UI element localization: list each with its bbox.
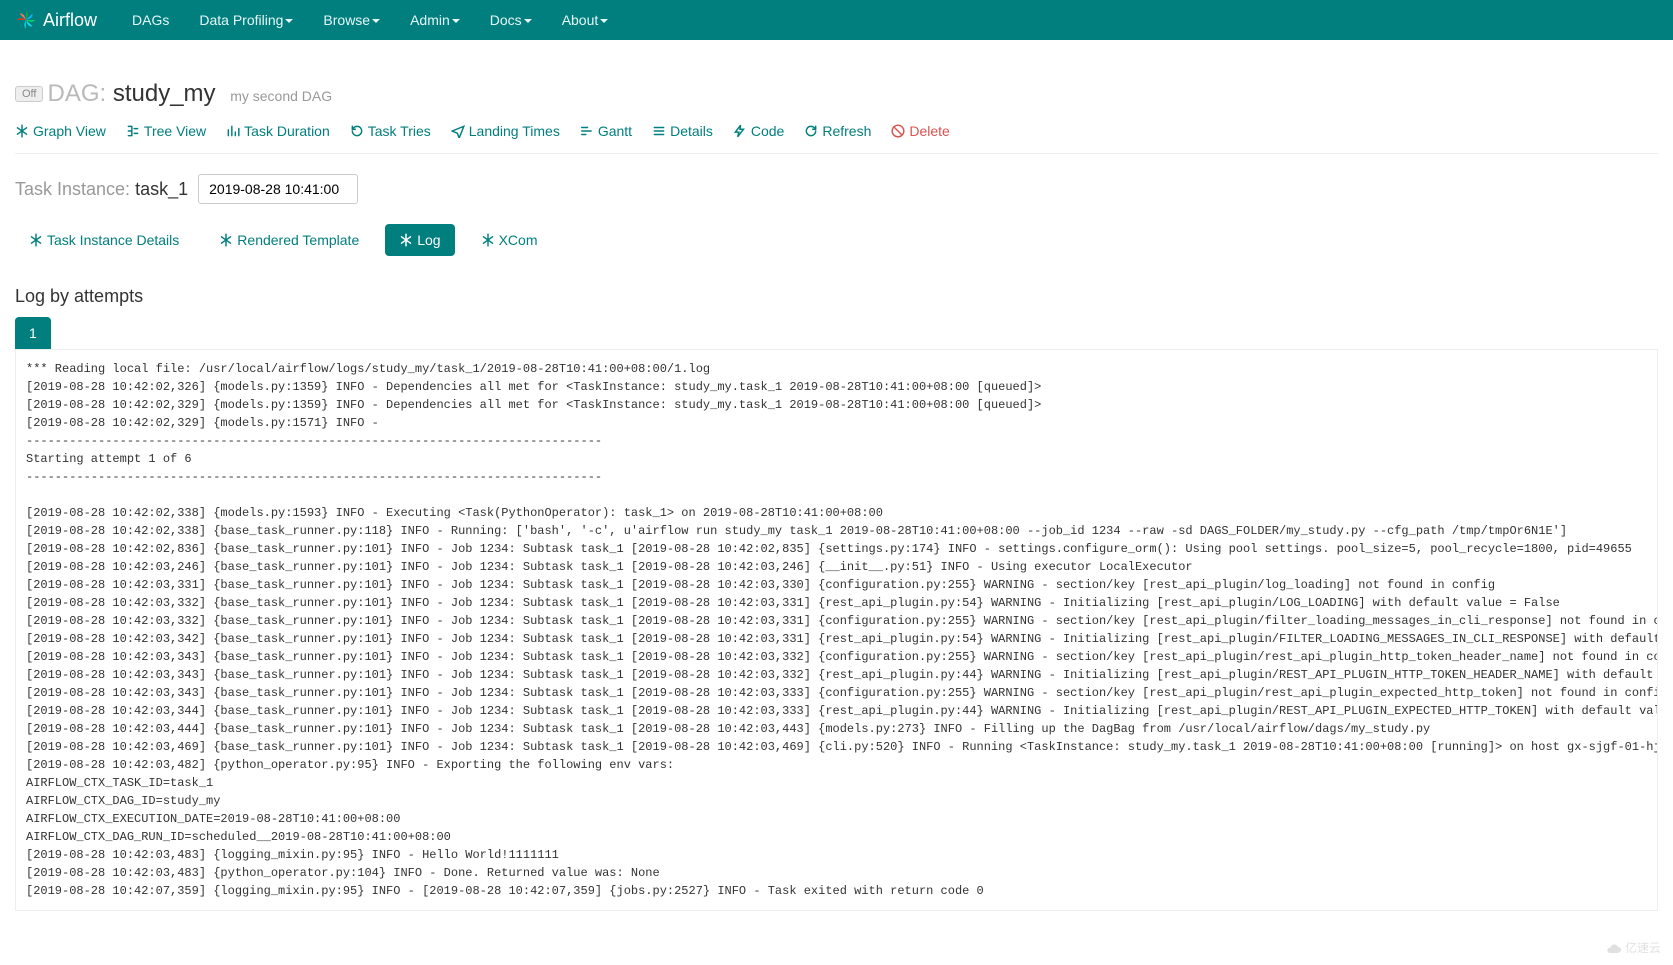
- list-icon: [652, 124, 666, 138]
- view-tab-tree-view[interactable]: Tree View: [126, 123, 206, 139]
- gantt-icon: [580, 124, 594, 138]
- sub-tab-log[interactable]: Log: [385, 224, 454, 256]
- task-id: task_1: [135, 179, 188, 199]
- chevron-down-icon: [372, 19, 380, 23]
- retry-icon: [350, 124, 364, 138]
- ban-icon: [891, 124, 905, 138]
- view-tab-gantt[interactable]: Gantt: [580, 123, 632, 139]
- asterisk-icon: [481, 233, 495, 247]
- view-tab-delete[interactable]: Delete: [891, 123, 949, 139]
- view-tab-label: Delete: [909, 123, 949, 139]
- task-instance-label: Task Instance: task_1: [15, 179, 188, 200]
- view-tab-details[interactable]: Details: [652, 123, 713, 139]
- chevron-down-icon: [285, 19, 293, 23]
- attempt-tab-1[interactable]: 1: [15, 317, 51, 349]
- navbar: Airflow DAGsData ProfilingBrowseAdminDoc…: [0, 0, 1673, 40]
- dag-title-prefix: DAG:: [47, 80, 106, 107]
- plane-icon: [451, 124, 465, 138]
- view-tab-label: Code: [751, 123, 784, 139]
- nav-item-data-profiling[interactable]: Data Profiling: [184, 2, 308, 38]
- tree-icon: [126, 124, 140, 138]
- navbar-brand[interactable]: Airflow: [15, 9, 97, 31]
- view-tab-label: Details: [670, 123, 713, 139]
- dag-description: my second DAG: [230, 88, 332, 104]
- nav-item-docs[interactable]: Docs: [475, 2, 547, 38]
- asterisk-icon: [15, 124, 29, 138]
- view-tab-label: Graph View: [33, 123, 106, 139]
- nav-item-dags[interactable]: DAGs: [117, 2, 184, 38]
- sub-tab-label: Rendered Template: [237, 232, 359, 248]
- dag-name: study_my: [113, 80, 216, 107]
- dag-header: Off DAG: study_my my second DAG: [15, 80, 1658, 108]
- log-content: *** Reading local file: /usr/local/airfl…: [15, 349, 1658, 911]
- view-tab-label: Task Duration: [244, 123, 330, 139]
- view-tab-label: Gantt: [598, 123, 632, 139]
- view-tab-task-duration[interactable]: Task Duration: [226, 123, 330, 139]
- view-tab-label: Tree View: [144, 123, 206, 139]
- nav-item-browse[interactable]: Browse: [308, 2, 395, 38]
- chevron-down-icon: [524, 19, 532, 23]
- brand-text: Airflow: [43, 10, 97, 31]
- sub-tab-xcom[interactable]: XCom: [467, 224, 552, 256]
- chevron-down-icon: [452, 19, 460, 23]
- asterisk-icon: [399, 233, 413, 247]
- view-tab-refresh[interactable]: Refresh: [804, 123, 871, 139]
- view-tab-landing-times[interactable]: Landing Times: [451, 123, 560, 139]
- log-title: Log by attempts: [15, 286, 1658, 307]
- navbar-nav: DAGsData ProfilingBrowseAdminDocsAbout: [117, 2, 623, 38]
- sub-tab-label: Task Instance Details: [47, 232, 179, 248]
- dag-toggle[interactable]: Off: [15, 86, 43, 102]
- sub-tab-rendered-template[interactable]: Rendered Template: [205, 224, 373, 256]
- asterisk-icon: [219, 233, 233, 247]
- attempt-tabs: 1: [15, 317, 1658, 349]
- view-tab-label: Task Tries: [368, 123, 431, 139]
- sub-tab-task-instance-details[interactable]: Task Instance Details: [15, 224, 193, 256]
- view-tabs: Graph View Tree View Task Duration Task Tri…: [15, 123, 1658, 154]
- view-tab-task-tries[interactable]: Task Tries: [350, 123, 431, 139]
- watermark: 亿速云: [1606, 939, 1661, 957]
- airflow-logo-icon: [15, 9, 37, 31]
- view-tab-code[interactable]: Code: [733, 123, 784, 139]
- asterisk-icon: [29, 233, 43, 247]
- view-tab-label: Landing Times: [469, 123, 560, 139]
- view-tab-label: Refresh: [822, 123, 871, 139]
- task-sub-tabs: Task Instance Details Rendered Template Lo…: [15, 224, 1658, 256]
- nav-item-about[interactable]: About: [547, 2, 624, 38]
- cloud-icon: [1606, 941, 1622, 957]
- refresh-icon: [804, 124, 818, 138]
- dag-title: DAG: study_my my second DAG: [47, 80, 332, 108]
- nav-item-admin[interactable]: Admin: [395, 2, 475, 38]
- view-tab-graph-view[interactable]: Graph View: [15, 123, 106, 139]
- bar-chart-icon: [226, 124, 240, 138]
- sub-tab-label: XCom: [499, 232, 538, 248]
- sub-tab-label: Log: [417, 232, 440, 248]
- chevron-down-icon: [600, 19, 608, 23]
- bolt-icon: [733, 124, 747, 138]
- task-instance-row: Task Instance: task_1: [15, 174, 1658, 204]
- execution-date-input[interactable]: [198, 174, 358, 204]
